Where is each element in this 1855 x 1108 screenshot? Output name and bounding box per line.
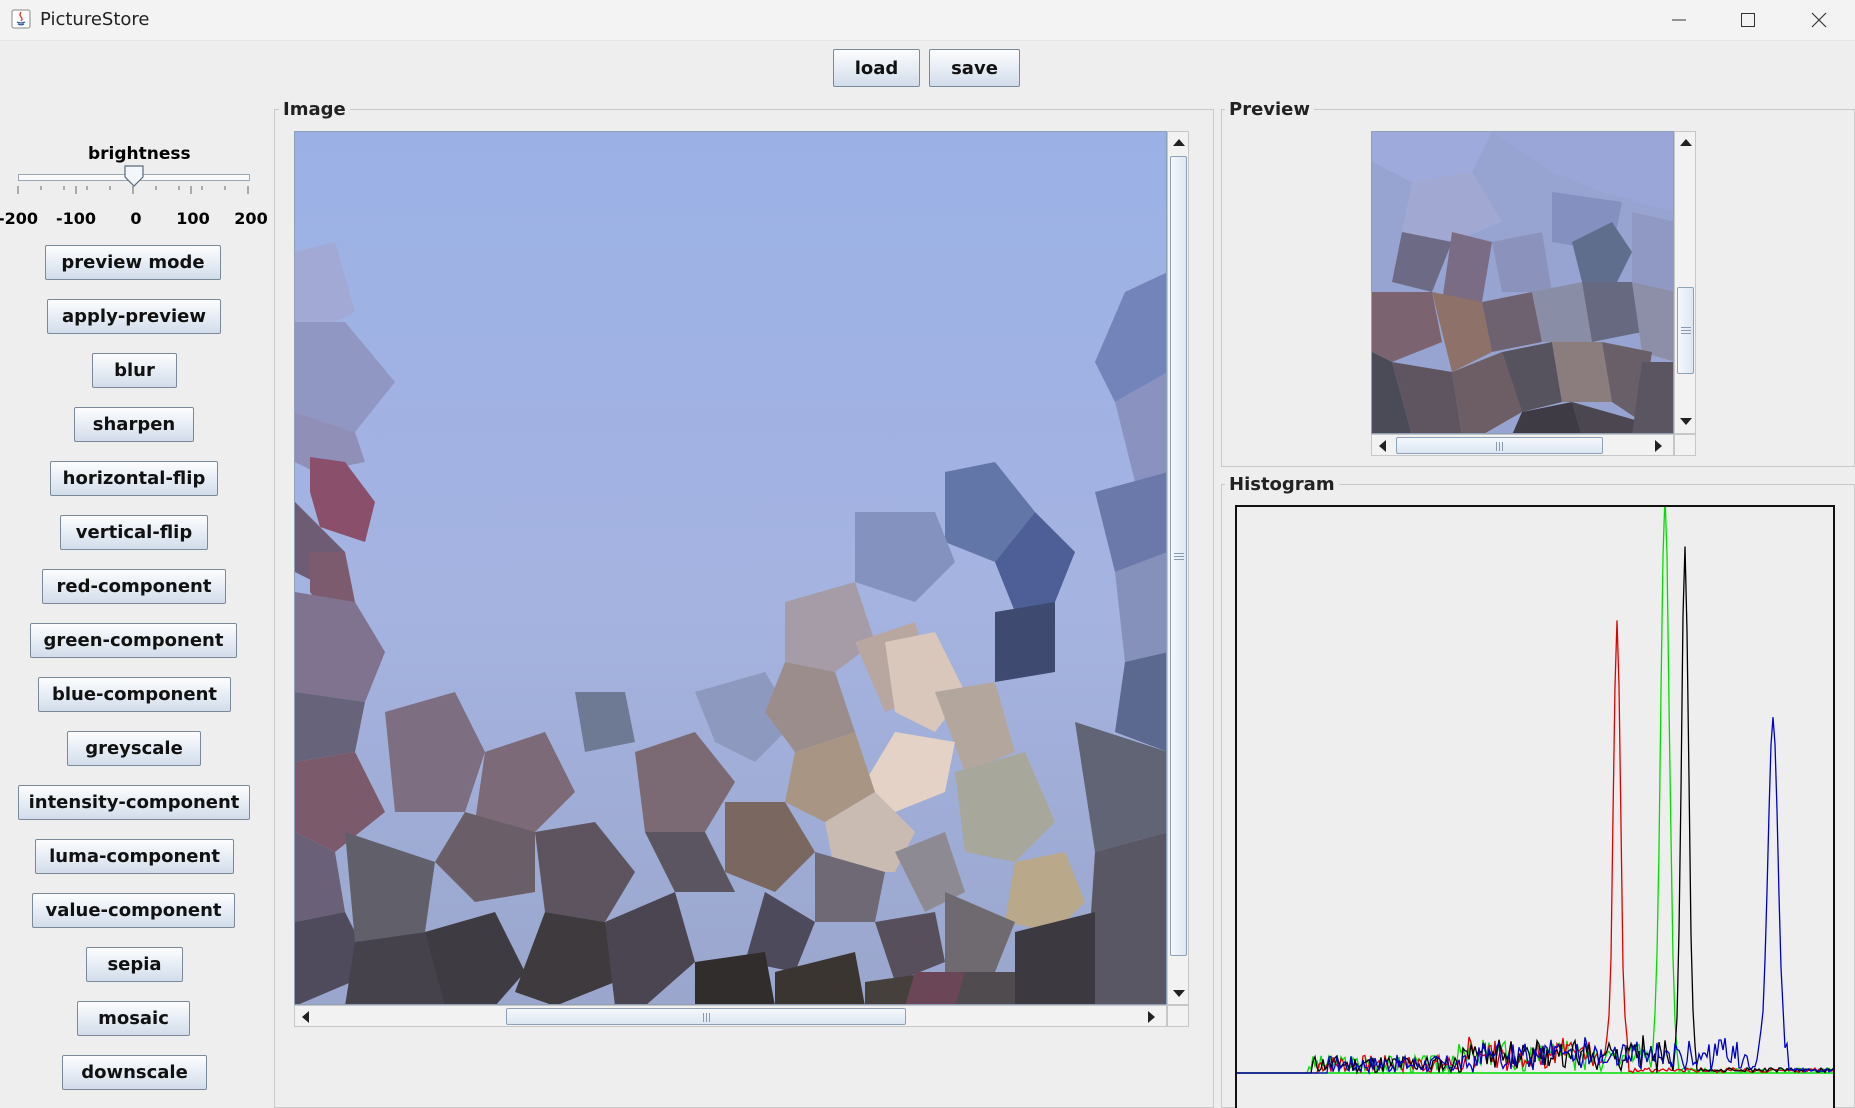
save-button[interactable]: save	[929, 49, 1020, 87]
apply-preview-button[interactable]: apply-preview	[47, 299, 221, 334]
preview-scroll-left-arrow-icon[interactable]	[1378, 440, 1386, 452]
java-app-icon	[11, 9, 31, 29]
image-vertical-scroll-thumb[interactable]	[1170, 156, 1187, 956]
preview-scroll-corner	[1674, 434, 1696, 456]
preview-mode-button[interactable]: preview mode	[45, 245, 221, 280]
preview-horizontal-scroll-thumb[interactable]	[1396, 437, 1603, 454]
scroll-right-arrow-icon[interactable]	[1148, 1011, 1156, 1023]
tick-label-100: 100	[176, 209, 210, 228]
preview-image	[1372, 132, 1673, 433]
preview-panel-title: Preview	[1225, 99, 1315, 120]
preview-horizontal-scrollbar[interactable]	[1371, 434, 1674, 456]
minimize-icon	[1672, 19, 1686, 21]
luma-component-button[interactable]: luma-component	[35, 839, 234, 874]
preview-scroll-up-arrow-icon[interactable]	[1680, 138, 1692, 146]
green-component-button[interactable]: green-component	[30, 623, 237, 658]
sharpen-button[interactable]: sharpen	[74, 407, 194, 442]
sepia-button[interactable]: sepia	[86, 947, 183, 982]
tick-label-max: 200	[234, 209, 268, 228]
preview-view	[1371, 131, 1674, 434]
mosaic-image	[295, 132, 1166, 1004]
histogram-blue-trace	[1237, 717, 1833, 1076]
histogram-red-trace	[1237, 620, 1833, 1075]
minimize-button[interactable]	[1645, 0, 1713, 40]
histogram-plot	[1235, 505, 1835, 1108]
downscale-button[interactable]: downscale	[62, 1055, 207, 1090]
scroll-up-arrow-icon[interactable]	[1173, 138, 1185, 146]
scroll-corner	[1167, 1005, 1189, 1027]
window-title: PictureStore	[40, 9, 150, 30]
preview-vertical-scrollbar[interactable]	[1674, 131, 1696, 434]
maximize-icon	[1741, 13, 1755, 27]
blue-component-button[interactable]: blue-component	[38, 677, 231, 712]
horizontal-flip-button[interactable]: horizontal-flip	[50, 461, 218, 496]
close-button[interactable]	[1785, 0, 1853, 40]
value-component-button[interactable]: value-component	[32, 893, 235, 928]
scroll-down-arrow-icon[interactable]	[1173, 990, 1185, 998]
image-vertical-scrollbar[interactable]	[1167, 131, 1189, 1005]
tick-label-zero: 0	[130, 209, 142, 228]
close-icon	[1811, 12, 1827, 28]
histogram-chart	[1237, 507, 1833, 1076]
histogram-panel-title: Histogram	[1225, 474, 1339, 495]
tick-label-neg100: -100	[55, 209, 97, 228]
scroll-left-arrow-icon[interactable]	[301, 1011, 309, 1023]
intensity-component-button[interactable]: intensity-component	[18, 785, 250, 820]
image-panel-title: Image	[279, 99, 350, 120]
preview-scroll-down-arrow-icon[interactable]	[1680, 418, 1692, 426]
greyscale-button[interactable]: greyscale	[67, 731, 201, 766]
preview-scroll-right-arrow-icon[interactable]	[1655, 440, 1663, 452]
red-component-button[interactable]: red-component	[42, 569, 226, 604]
image-view	[294, 131, 1167, 1005]
histogram-green-trace	[1237, 507, 1833, 1075]
slider-thumb[interactable]	[124, 165, 144, 187]
image-horizontal-scrollbar[interactable]	[294, 1005, 1167, 1027]
image-horizontal-scroll-thumb[interactable]	[506, 1008, 906, 1025]
blur-button[interactable]: blur	[92, 353, 177, 388]
maximize-button[interactable]	[1714, 0, 1782, 40]
mosaic-button[interactable]: mosaic	[77, 1001, 190, 1036]
load-button[interactable]: load	[833, 49, 920, 87]
tick-label-min: -200	[0, 209, 39, 228]
brightness-slider[interactable]	[15, 160, 251, 200]
title-bar: PictureStore	[0, 0, 1855, 41]
preview-vertical-scroll-thumb[interactable]	[1677, 287, 1694, 374]
histogram-black-trace	[1237, 546, 1833, 1075]
vertical-flip-button[interactable]: vertical-flip	[60, 515, 208, 550]
